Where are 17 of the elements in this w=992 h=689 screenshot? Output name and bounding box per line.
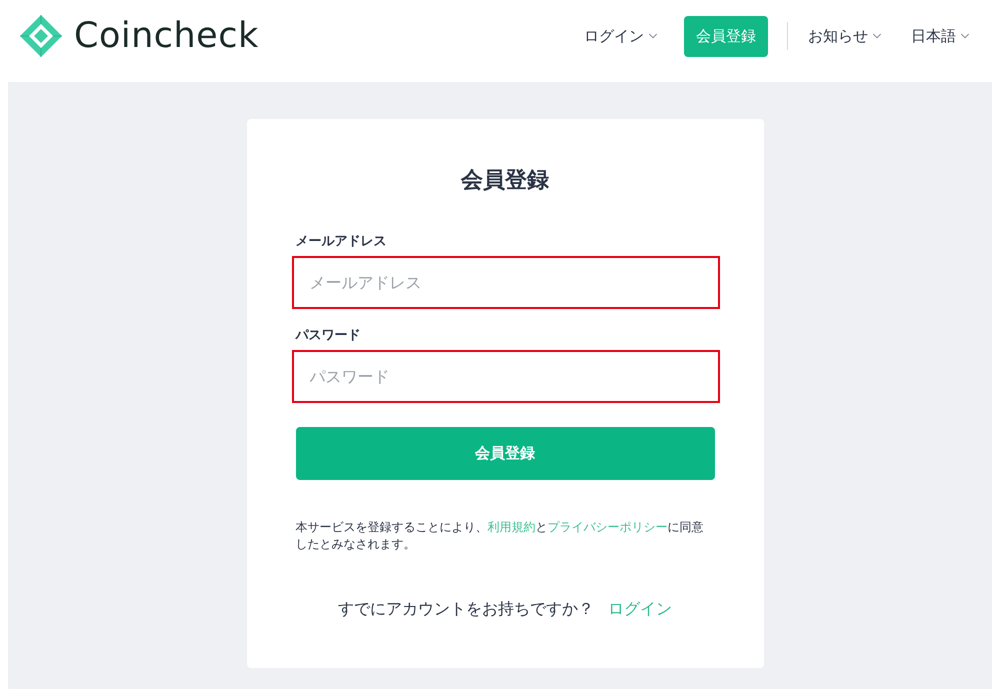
terms-link[interactable]: 利用規約 [488,520,536,534]
field-label: メールアドレス [296,233,386,251]
input-field[interactable]: パスワード [292,350,720,403]
terms-notice: 本サービスを登録することにより、利用規約 と プライバシーポリシーに同意したとみなされます。 [296,519,704,553]
nav-menu-link[interactable]: ログイン [584,26,660,46]
logo-icon [20,15,62,57]
signup-button[interactable]: 会員登録 [684,16,768,56]
signup-submit-button[interactable]: 会員登録 [296,427,714,480]
nav-menu-link[interactable]: お知らせ [808,26,884,46]
account-prompt: すでにアカウントをお持ちですか？ [338,599,594,619]
login-link[interactable]: ログイン [608,599,672,619]
form-title: 会員登録 [461,167,549,195]
terms-link[interactable]: プライバシーポリシー [548,520,668,534]
field-label: パスワード [296,327,360,345]
logo-wordmark: Coincheck [74,16,259,56]
input-field[interactable]: メールアドレス [292,256,720,309]
nav-menu-link[interactable]: 日本語 [911,26,972,46]
